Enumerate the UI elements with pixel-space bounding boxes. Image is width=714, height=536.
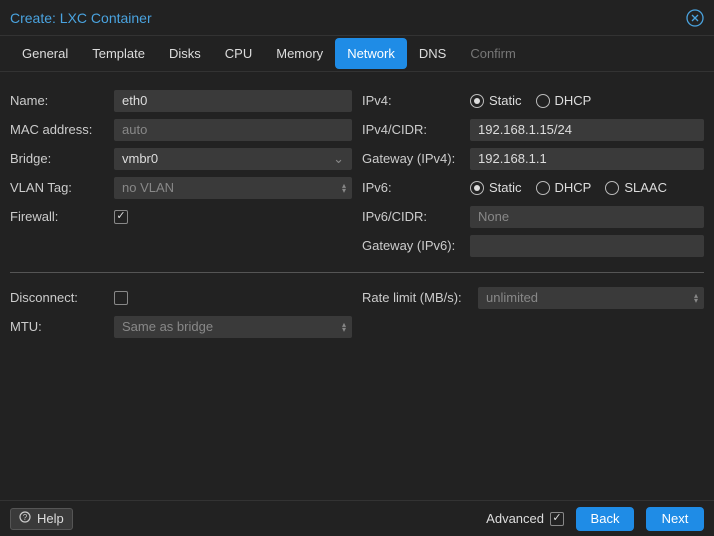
firewall-label: Firewall: bbox=[10, 209, 114, 224]
vlan-placeholder: no VLAN bbox=[122, 180, 344, 195]
mac-label: MAC address: bbox=[10, 122, 114, 137]
close-button[interactable] bbox=[686, 9, 704, 27]
ratelimit-label: Rate limit (MB/s): bbox=[362, 290, 478, 305]
help-label: Help bbox=[37, 511, 64, 526]
tab-dns[interactable]: DNS bbox=[407, 38, 458, 69]
bridge-value: vmbr0 bbox=[122, 151, 333, 166]
gateway4-input[interactable] bbox=[470, 148, 704, 170]
footer: ? Help Advanced Back Next bbox=[0, 500, 714, 536]
name-label: Name: bbox=[10, 93, 114, 108]
content-area: Name: MAC address: Bridge: vmbr0 ⌄ VLAN … bbox=[0, 72, 714, 500]
ipv4cidr-label: IPv4/CIDR: bbox=[362, 122, 470, 137]
gateway6-label: Gateway (IPv6): bbox=[362, 238, 470, 253]
stepper-icon: ▴▾ bbox=[342, 322, 346, 332]
advanced-label: Advanced bbox=[486, 511, 544, 526]
disconnect-checkbox[interactable] bbox=[114, 291, 128, 305]
ipv4-radio-static[interactable]: Static bbox=[470, 93, 522, 108]
tab-network[interactable]: Network bbox=[335, 38, 407, 69]
name-input[interactable] bbox=[114, 90, 352, 112]
mtu-label: MTU: bbox=[10, 319, 114, 334]
ipv6-radio-slaac[interactable]: SLAAC bbox=[605, 180, 667, 195]
ipv6cidr-label: IPv6/CIDR: bbox=[362, 209, 470, 224]
ratelimit-placeholder: unlimited bbox=[486, 290, 696, 305]
mac-input[interactable] bbox=[114, 119, 352, 141]
tab-confirm: Confirm bbox=[458, 38, 528, 69]
advanced-toggle[interactable]: Advanced bbox=[486, 511, 564, 526]
ipv4cidr-input[interactable] bbox=[470, 119, 704, 141]
gateway4-label: Gateway (IPv4): bbox=[362, 151, 470, 166]
tab-cpu[interactable]: CPU bbox=[213, 38, 264, 69]
disconnect-label: Disconnect: bbox=[10, 290, 114, 305]
bridge-label: Bridge: bbox=[10, 151, 114, 166]
ipv6-label: IPv6: bbox=[362, 180, 470, 195]
titlebar: Create: LXC Container bbox=[0, 0, 714, 36]
divider bbox=[10, 272, 704, 273]
tab-template[interactable]: Template bbox=[80, 38, 157, 69]
help-icon: ? bbox=[19, 511, 31, 526]
advanced-checkbox[interactable] bbox=[550, 512, 564, 526]
left-column: Name: MAC address: Bridge: vmbr0 ⌄ VLAN … bbox=[10, 86, 352, 260]
right-column: IPv4: Static DHCP IPv4/CIDR: Gateway (IP… bbox=[362, 86, 704, 260]
tab-general[interactable]: General bbox=[10, 38, 80, 69]
back-button[interactable]: Back bbox=[576, 507, 634, 531]
help-button[interactable]: ? Help bbox=[10, 508, 73, 530]
vlan-label: VLAN Tag: bbox=[10, 180, 114, 195]
right-column-adv: Rate limit (MB/s): unlimited ▴▾ bbox=[362, 283, 704, 341]
ratelimit-stepper[interactable]: unlimited ▴▾ bbox=[478, 287, 704, 309]
ipv6-radio-dhcp[interactable]: DHCP bbox=[536, 180, 592, 195]
bridge-select[interactable]: vmbr0 ⌄ bbox=[114, 148, 352, 170]
chevron-down-icon: ⌄ bbox=[333, 151, 344, 167]
stepper-icon: ▴▾ bbox=[342, 183, 346, 193]
tab-memory[interactable]: Memory bbox=[264, 38, 335, 69]
next-button[interactable]: Next bbox=[646, 507, 704, 531]
svg-text:?: ? bbox=[23, 513, 28, 522]
ipv6cidr-input[interactable] bbox=[470, 206, 704, 228]
tab-disks[interactable]: Disks bbox=[157, 38, 213, 69]
mtu-placeholder: Same as bridge bbox=[122, 319, 344, 334]
ipv4-radio-dhcp[interactable]: DHCP bbox=[536, 93, 592, 108]
gateway6-input[interactable] bbox=[470, 235, 704, 257]
left-column-adv: Disconnect: MTU: Same as bridge ▴▾ bbox=[10, 283, 352, 341]
vlan-stepper[interactable]: no VLAN ▴▾ bbox=[114, 177, 352, 199]
ipv6-radio-static[interactable]: Static bbox=[470, 180, 522, 195]
ipv4-label: IPv4: bbox=[362, 93, 470, 108]
stepper-icon: ▴▾ bbox=[694, 293, 698, 303]
window-title: Create: LXC Container bbox=[10, 10, 152, 26]
tab-bar: General Template Disks CPU Memory Networ… bbox=[0, 36, 714, 72]
mtu-stepper[interactable]: Same as bridge ▴▾ bbox=[114, 316, 352, 338]
firewall-checkbox[interactable] bbox=[114, 210, 128, 224]
